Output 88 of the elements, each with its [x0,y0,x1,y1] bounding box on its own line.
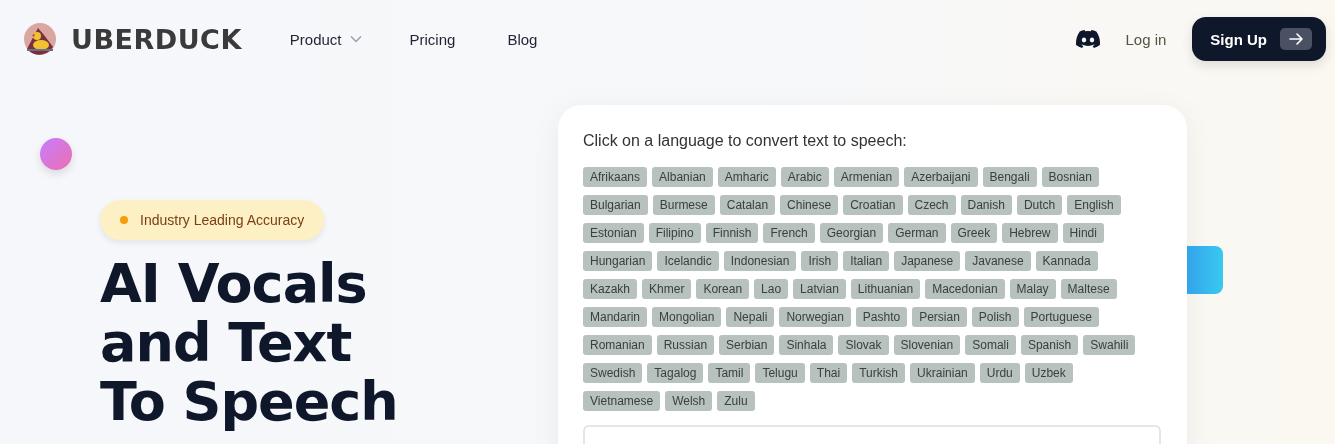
language-tag[interactable]: Portuguese [1023,307,1099,327]
language-tag[interactable]: Javanese [965,251,1031,271]
language-tag[interactable]: Irish [801,251,839,271]
nav-link[interactable]: Blog [507,30,538,48]
language-tag[interactable]: Afrikaans [583,167,648,187]
duck-logo-icon[interactable] [24,23,56,55]
language-tag[interactable]: Icelandic [657,251,719,271]
language-tag[interactable]: Russian [656,335,715,355]
language-tag[interactable]: Hebrew [1002,223,1058,243]
language-tag[interactable]: Pashto [855,307,908,327]
language-tag[interactable]: Bengali [982,167,1037,187]
language-tag[interactable]: Hungarian [583,251,653,271]
language-tag[interactable]: Thai [809,363,848,383]
language-tag[interactable]: Armenian [833,167,900,187]
heading-line: and Text [100,313,352,372]
language-tag[interactable]: Zulu [717,391,755,411]
language-tag[interactable]: Greek [950,223,998,243]
signup-button[interactable]: Sign Up [1192,17,1326,61]
language-tag[interactable]: Tamil [708,363,751,383]
language-tag[interactable]: Finnish [705,223,759,243]
language-tag[interactable]: Vietnamese [583,391,661,411]
language-tag[interactable]: Swedish [583,363,643,383]
heading-line: To Speech [100,372,398,431]
language-tag[interactable]: Sinhala [779,335,834,355]
language-tag[interactable]: Maltese [1060,279,1117,299]
language-tag[interactable]: Bulgarian [583,195,648,215]
language-tag[interactable]: Italian [843,251,890,271]
language-tag[interactable]: French [763,223,815,243]
gradient-circle [40,138,72,170]
language-tag[interactable]: Estonian [583,223,644,243]
language-tag[interactable]: Nepali [726,307,775,327]
language-tag[interactable]: Japanese [894,251,961,271]
language-tag[interactable]: Azerbaijani [904,167,978,187]
login-link[interactable]: Log in [1125,30,1167,48]
language-tag[interactable]: English [1067,195,1121,215]
language-tag[interactable]: Dutch [1016,195,1063,215]
language-tag[interactable]: Telugu [755,363,805,383]
language-tag[interactable]: Ukrainian [910,363,975,383]
language-tag[interactable]: Mongolian [652,307,722,327]
language-tag[interactable]: Croatian [843,195,903,215]
dot-icon [120,216,128,224]
language-tag[interactable]: Lao [754,279,789,299]
language-tag[interactable]: Serbian [719,335,775,355]
language-tag[interactable]: Chinese [780,195,839,215]
language-tag[interactable]: Danish [960,195,1012,215]
language-tag[interactable]: Lithuanian [850,279,921,299]
language-tag[interactable]: Czech [907,195,956,215]
language-tag[interactable]: Bosnian [1041,167,1099,187]
card-prompt: Click on a language to convert text to speech: [583,132,908,150]
language-tag[interactable]: Burmese [652,195,715,215]
language-tag[interactable]: Slovenian [893,335,961,355]
language-tag[interactable]: Urdu [979,363,1020,383]
language-tag[interactable]: Hindi [1062,223,1104,243]
chevron-down-icon [349,35,362,43]
language-tag[interactable]: Georgian [819,223,884,243]
discord-icon[interactable] [1076,30,1101,48]
language-tag[interactable]: Filipino [648,223,701,243]
language-tag[interactable]: Welsh [665,391,713,411]
language-tag[interactable]: Somali [965,335,1016,355]
language-tag[interactable]: Mandarin [583,307,648,327]
language-tag[interactable]: Amharic [717,167,776,187]
language-tag[interactable]: Korean [696,279,750,299]
language-tag[interactable]: Latvian [793,279,846,299]
heading-line: AI Vocals [100,254,367,313]
language-tag[interactable]: Indonesian [723,251,797,271]
language-tag[interactable]: German [888,223,946,243]
nav-link[interactable]: Product [289,30,362,48]
language-tag[interactable]: Khmer [642,279,692,299]
language-tag[interactable]: Swahili [1083,335,1136,355]
nav-link[interactable]: Pricing [409,30,456,48]
badge-text: Industry Leading Accuracy [140,212,305,228]
language-tag[interactable]: Catalan [719,195,776,215]
language-tag[interactable]: Kannada [1035,251,1098,271]
language-tag[interactable]: Macedonian [925,279,1005,299]
language-tag[interactable]: Albanian [652,167,713,187]
language-tag[interactable]: Norwegian [779,307,851,327]
language-tag[interactable]: Persian [912,307,967,327]
language-tag[interactable]: Turkish [852,363,906,383]
language-tag[interactable]: Arabic [780,167,829,187]
language-tag[interactable]: Malay [1009,279,1056,299]
language-tag[interactable]: Spanish [1020,335,1079,355]
brand-name[interactable]: UBERDUCK [71,23,242,55]
language-tag[interactable]: Uzbek [1024,363,1073,383]
language-tag[interactable]: Polish [971,307,1019,327]
language-tag[interactable]: Slovak [838,335,889,355]
language-tag[interactable]: Kazakh [583,279,638,299]
language-tag[interactable]: Tagalog [647,363,704,383]
language-tag[interactable]: Romanian [583,335,652,355]
